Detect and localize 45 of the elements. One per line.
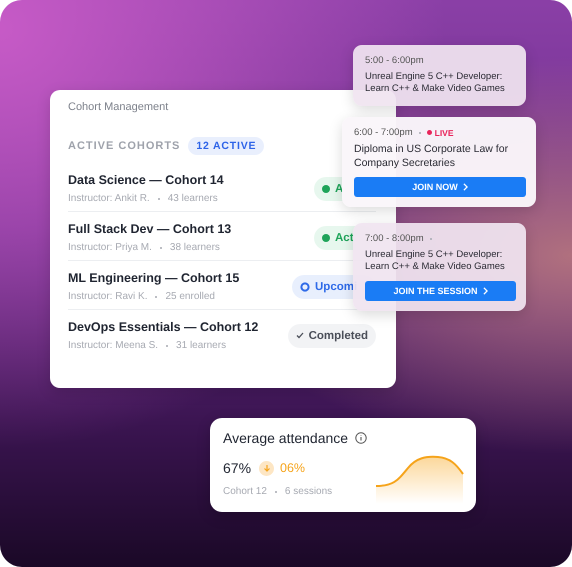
session-title: Diploma in US Corporate Law for Company Secretaries (354, 143, 510, 170)
session-title: Unreal Engine 5 C++ Developer: Learn C++ & Make Video Games (365, 71, 506, 96)
learner-count: 38 learners (170, 242, 220, 253)
instructor-name: Instructor: Ankit R. (68, 193, 150, 204)
instructor-name: Instructor: Meena S. (68, 340, 158, 351)
count-badge: 12 ACTIVE (188, 137, 264, 155)
session-time: 7:00 - 8:00pm (365, 233, 424, 244)
status-dot (322, 234, 330, 242)
session-count: 6 sessions (284, 486, 332, 497)
chevron-icon (462, 183, 468, 192)
separator-dot (166, 344, 168, 346)
attendance-value: 67% (223, 460, 252, 476)
session-time: 5:00 - 6:00pm (365, 55, 424, 66)
separator-dot (158, 198, 160, 200)
session-title: Unreal Engine 5 C++ Developer: Learn C++ & Make Video Games (365, 249, 506, 274)
live-indicator: LIVE (426, 128, 454, 138)
status-label: Act (335, 232, 354, 244)
check-icon (296, 332, 304, 339)
cohort-name: ML Engineering — Cohort 15 (68, 271, 240, 285)
learner-count: 43 learners (168, 193, 218, 204)
cohort-name: DevOps Essentials — Cohort 12 (68, 320, 258, 334)
learner-count: 25 enrolled (165, 291, 215, 302)
status-label: A (335, 182, 344, 194)
change-value: 06% (280, 461, 306, 475)
instructor-name: Instructor: Ravi K. (68, 291, 148, 302)
section-title: ACTIVE COHORTS (68, 140, 180, 152)
status-label: Upcomi (315, 280, 358, 292)
cohort-name: Full Stack Dev — Cohort 13 (68, 222, 232, 236)
join-button[interactable]: JOIN THE SESSION (365, 280, 516, 301)
cohort-name: Data Science — Cohort 14 (68, 173, 224, 187)
cohort-label: Cohort 12 (223, 486, 267, 497)
ring-icon (300, 282, 310, 292)
status-label: Completed (308, 330, 368, 342)
chevron-icon (482, 286, 488, 295)
join-button[interactable]: JOIN NOW (354, 177, 526, 198)
learner-count: 31 learners (176, 340, 226, 351)
info-icon (355, 432, 368, 444)
session-time: 6:00 - 7:00pm (354, 127, 413, 138)
status-dot (322, 184, 330, 192)
separator-dot (160, 246, 162, 248)
panel-title: Cohort Management (68, 101, 170, 113)
separator-dot (274, 490, 277, 492)
card-title: Average attendance (223, 430, 348, 446)
separator-dot (155, 296, 158, 298)
instructor-name: Instructor: Priya M. (68, 242, 152, 253)
